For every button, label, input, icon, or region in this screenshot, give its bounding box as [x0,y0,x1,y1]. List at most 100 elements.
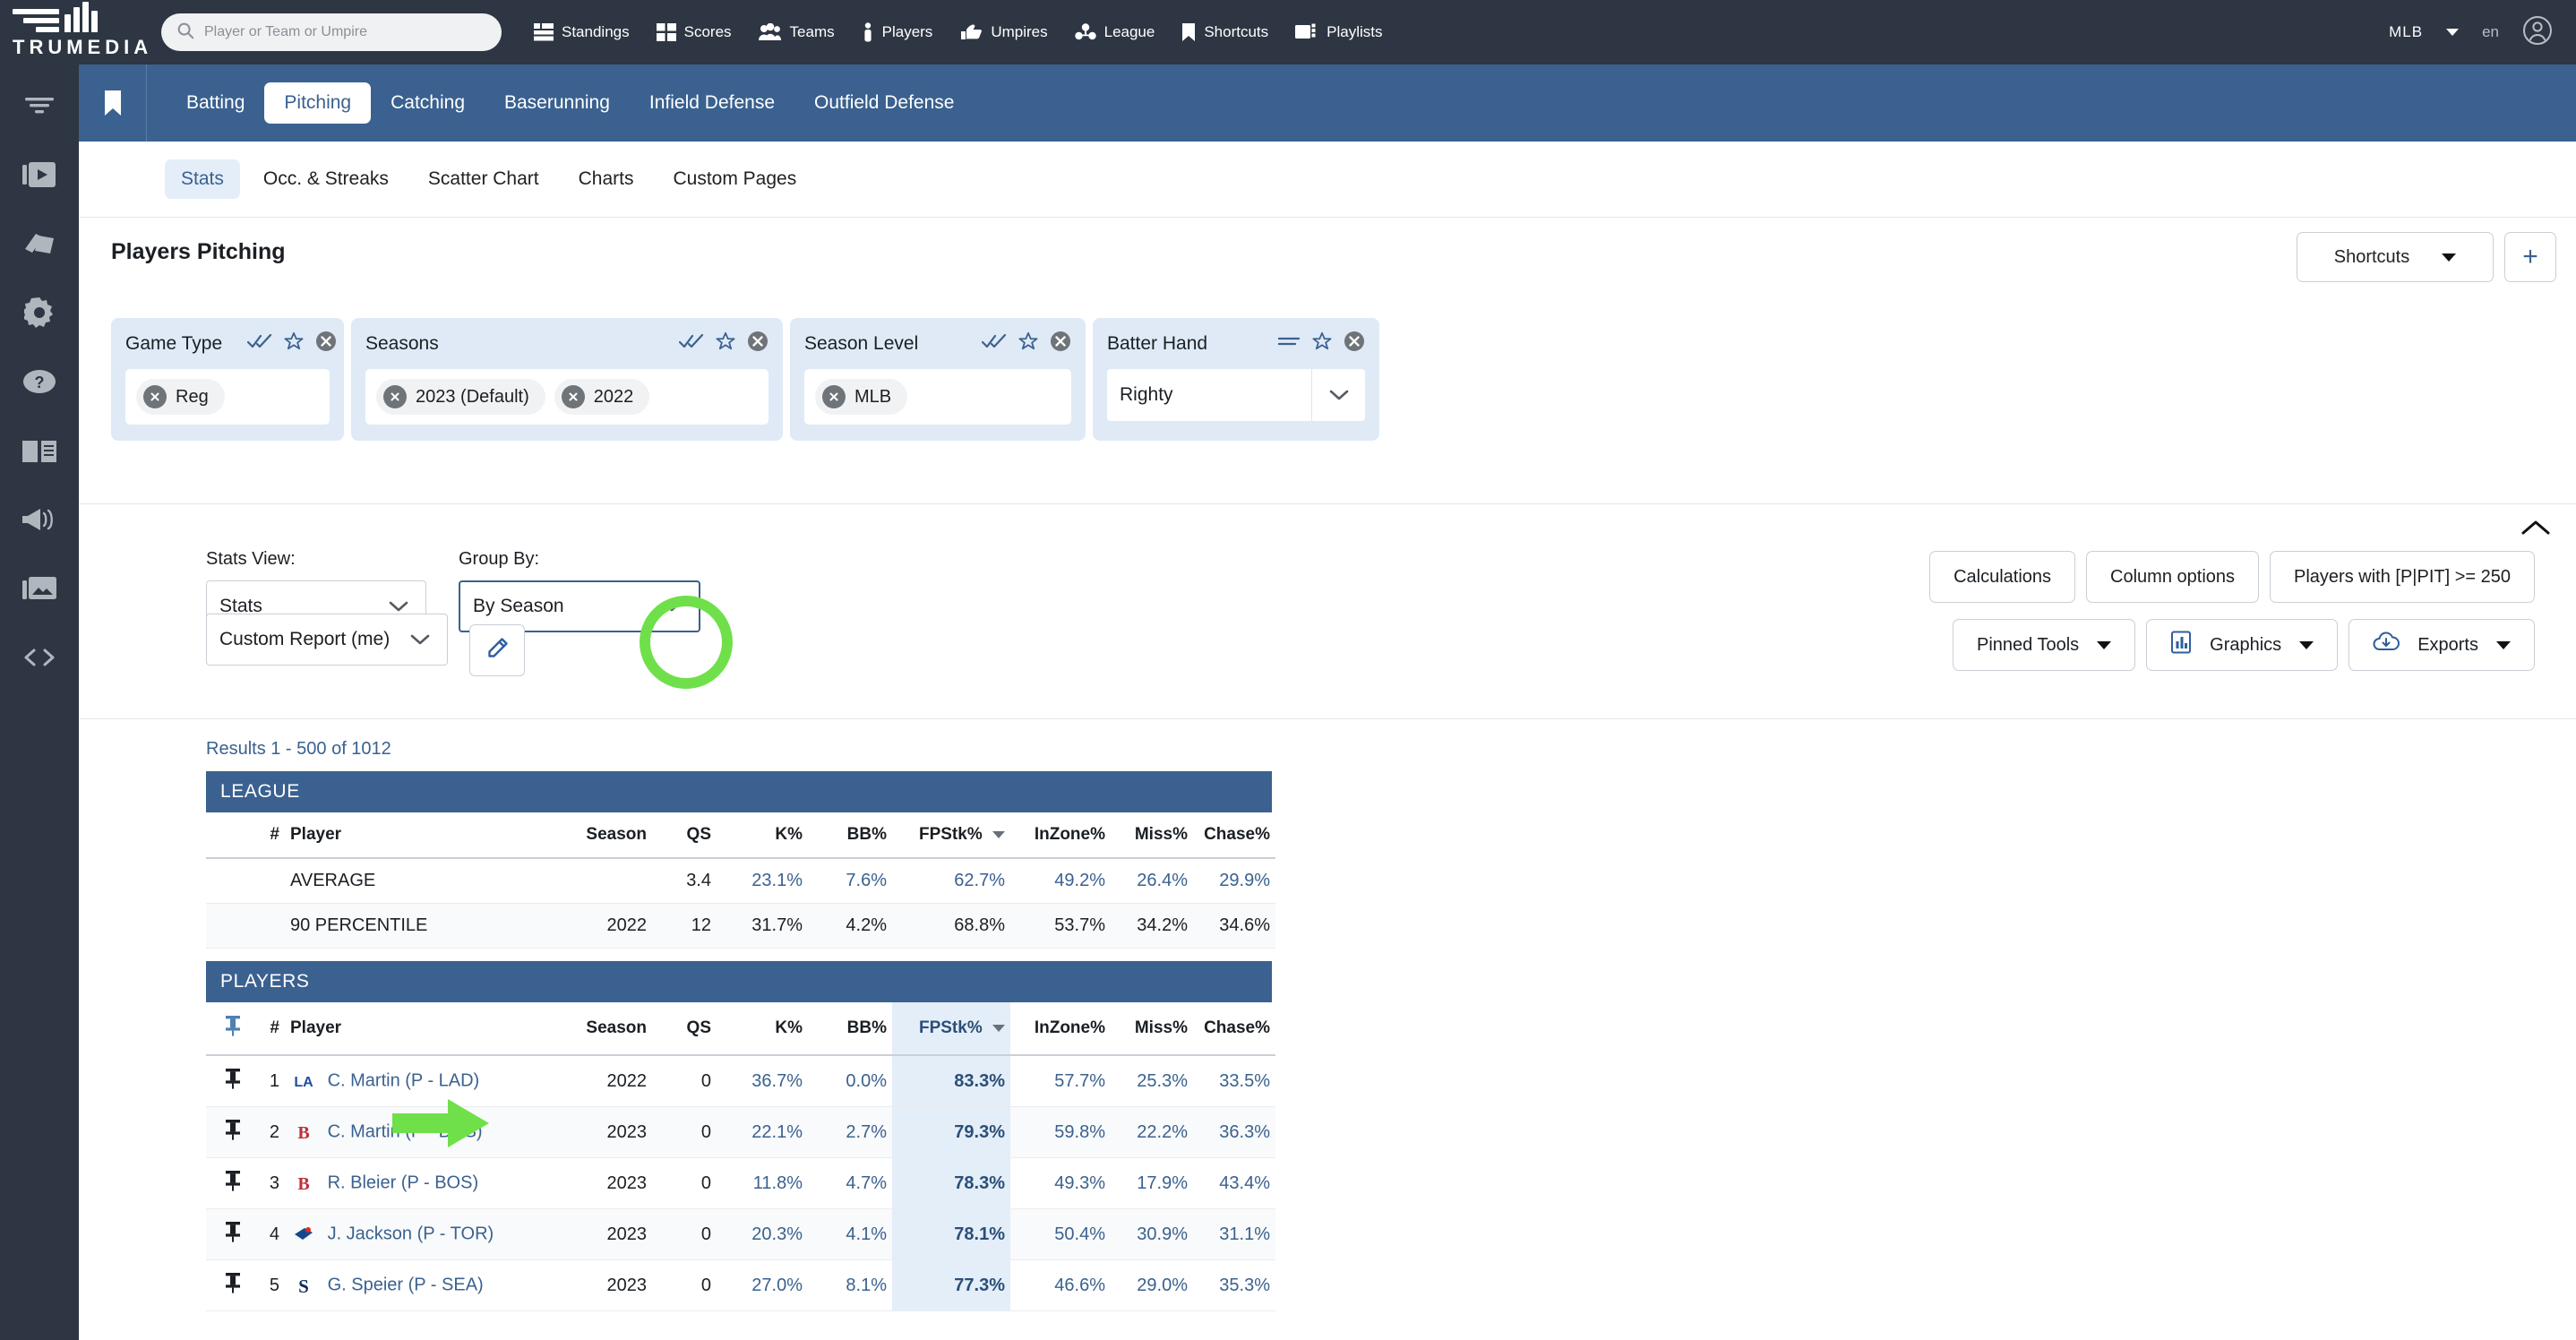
nav-playlists[interactable]: Playlists [1295,23,1382,41]
league-selector-label[interactable]: MLB [2389,23,2423,41]
star-icon[interactable] [1018,331,1038,356]
section-tab-outfield-defense[interactable]: Outfield Defense [794,82,974,124]
help-icon[interactable]: ? [19,364,60,399]
k-pct-column-header[interactable]: K% [717,1002,808,1055]
close-icon[interactable] [747,331,769,356]
player-cell[interactable]: S G. Speier (P - SEA) [285,1260,554,1311]
k-pct-column-header[interactable]: K% [717,812,808,858]
nav-teams[interactable]: Teams [759,23,835,41]
player-name[interactable]: J. Jackson (P - TOR) [328,1224,494,1243]
star-icon[interactable] [1312,331,1332,356]
pin-cell[interactable] [206,1107,247,1158]
global-search[interactable]: Player or Team or Umpire [161,13,502,51]
filter-values-game-type[interactable]: Reg [125,369,330,425]
chase-pct-column-header[interactable]: Chase% [1193,1002,1275,1055]
filter-chip[interactable]: MLB [815,379,907,415]
cards-icon[interactable] [19,226,60,262]
close-icon[interactable] [1050,331,1071,356]
double-check-icon[interactable] [247,333,272,354]
player-column-header[interactable]: Player [285,1002,554,1055]
table-row[interactable]: 90 PERCENTILE 2022 12 31.7% 4.2% 68.8% 5… [206,904,1275,949]
fpstk-pct-column-header[interactable]: FPStk% [892,1002,1010,1055]
section-tab-pitching[interactable]: Pitching [264,82,371,124]
chip-remove-icon[interactable] [822,385,846,408]
table-row[interactable]: 4 J. Jackson (P - TOR) 2023 0 20.3% 4.1%… [206,1209,1275,1260]
section-tab-catching[interactable]: Catching [371,82,485,124]
video-icon[interactable] [19,157,60,193]
chip-remove-icon[interactable] [143,385,167,408]
nav-umpires[interactable]: Umpires [959,23,1047,41]
rank-column-header[interactable]: # [247,1002,285,1055]
table-row[interactable]: AVERAGE 3.4 23.1% 7.6% 62.7% 49.2% 26.4%… [206,858,1275,904]
miss-pct-column-header[interactable]: Miss% [1111,1002,1193,1055]
bb-pct-column-header[interactable]: BB% [808,1002,892,1055]
table-row[interactable]: 3 B R. Bleier (P - BOS) 2023 0 11.8% 4.7… [206,1158,1275,1209]
chevron-down-icon[interactable] [645,582,699,631]
chevron-down-icon[interactable] [2446,29,2459,36]
tab-charts[interactable]: Charts [562,159,650,199]
filter-chip[interactable]: 2023 (Default) [376,379,545,415]
inzone-pct-column-header[interactable]: InZone% [1010,1002,1111,1055]
chase-pct-column-header[interactable]: Chase% [1193,812,1275,858]
tab-stats[interactable]: Stats [165,159,240,199]
miss-pct-column-header[interactable]: Miss% [1111,812,1193,858]
tab-custom-pages[interactable]: Custom Pages [657,159,812,199]
filter-select-batter-hand[interactable]: Righty [1107,369,1365,421]
book-icon[interactable] [19,433,60,468]
section-tab-batting[interactable]: Batting [167,82,264,124]
player-column-header[interactable]: Player [285,812,554,858]
pin-icon[interactable] [224,1074,242,1094]
pin-icon[interactable] [224,1176,242,1196]
language-selector[interactable]: en [2482,23,2499,41]
filter-chip[interactable]: Reg [136,379,225,415]
player-cell[interactable]: B R. Bleier (P - BOS) [285,1158,554,1209]
star-icon[interactable] [284,331,304,356]
season-column-header[interactable]: Season [554,1002,652,1055]
report-select[interactable]: Custom Report (me) [206,614,448,666]
chevron-down-icon[interactable] [1311,369,1365,421]
season-column-header[interactable]: Season [554,812,652,858]
section-tab-baserunning[interactable]: Baserunning [485,82,630,124]
pin-cell[interactable] [206,1055,247,1107]
chip-remove-icon[interactable] [383,385,407,408]
player-name[interactable]: G. Speier (P - SEA) [328,1275,484,1294]
code-icon[interactable] [19,640,60,675]
inzone-pct-column-header[interactable]: InZone% [1010,812,1111,858]
nav-standings[interactable]: Standings [534,23,630,41]
close-icon[interactable] [315,331,337,356]
add-button[interactable]: + [2504,232,2556,282]
table-row[interactable]: 1 LA C. Martin (P - LAD) 2022 0 36.7% 0.… [206,1055,1275,1107]
double-check-icon[interactable] [982,333,1007,354]
pin-icon[interactable] [224,1227,242,1247]
players-threshold-button[interactable]: Players with [P|PIT] >= 250 [2270,551,2535,603]
collapse-controls-button[interactable] [2520,519,2551,543]
gear-icon[interactable] [19,295,60,331]
player-cell[interactable]: J. Jackson (P - TOR) [285,1209,554,1260]
filter-values-seasons[interactable]: 2023 (Default) 2022 [365,369,769,425]
pin-cell[interactable] [206,1158,247,1209]
player-name[interactable]: R. Bleier (P - BOS) [328,1172,479,1192]
filter-icon[interactable] [19,88,60,124]
column-options-button[interactable]: Column options [2086,551,2259,603]
player-name[interactable]: C. Martin (P - LAD) [328,1070,480,1090]
star-icon[interactable] [716,331,735,356]
edit-report-button[interactable] [469,624,525,676]
qs-column-header[interactable]: QS [652,1002,717,1055]
pin-icon[interactable] [224,1278,242,1298]
megaphone-icon[interactable] [19,502,60,537]
nav-shortcuts[interactable]: Shortcuts [1181,22,1268,42]
table-row[interactable]: 2 B C. Martin (P - BOS) 2023 0 22.1% 2.7… [206,1107,1275,1158]
section-tab-infield-defense[interactable]: Infield Defense [630,82,794,124]
tab-scatter-chart[interactable]: Scatter Chart [412,159,555,199]
nav-scores[interactable]: Scores [657,23,732,41]
fpstk-pct-column-header[interactable]: FPStk% [892,812,1010,858]
section-bookmark-icon[interactable] [79,64,147,142]
bb-pct-column-header[interactable]: BB% [808,812,892,858]
graphics-button[interactable]: Graphics [2146,619,2338,671]
filter-chip[interactable]: 2022 [554,379,650,415]
filter-values-season-level[interactable]: MLB [804,369,1071,425]
pin-column-header[interactable] [206,1002,247,1055]
pin-cell[interactable] [206,1260,247,1311]
table-row[interactable]: 5 S G. Speier (P - SEA) 2023 0 27.0% 8.1… [206,1260,1275,1311]
qs-column-header[interactable]: QS [652,812,717,858]
